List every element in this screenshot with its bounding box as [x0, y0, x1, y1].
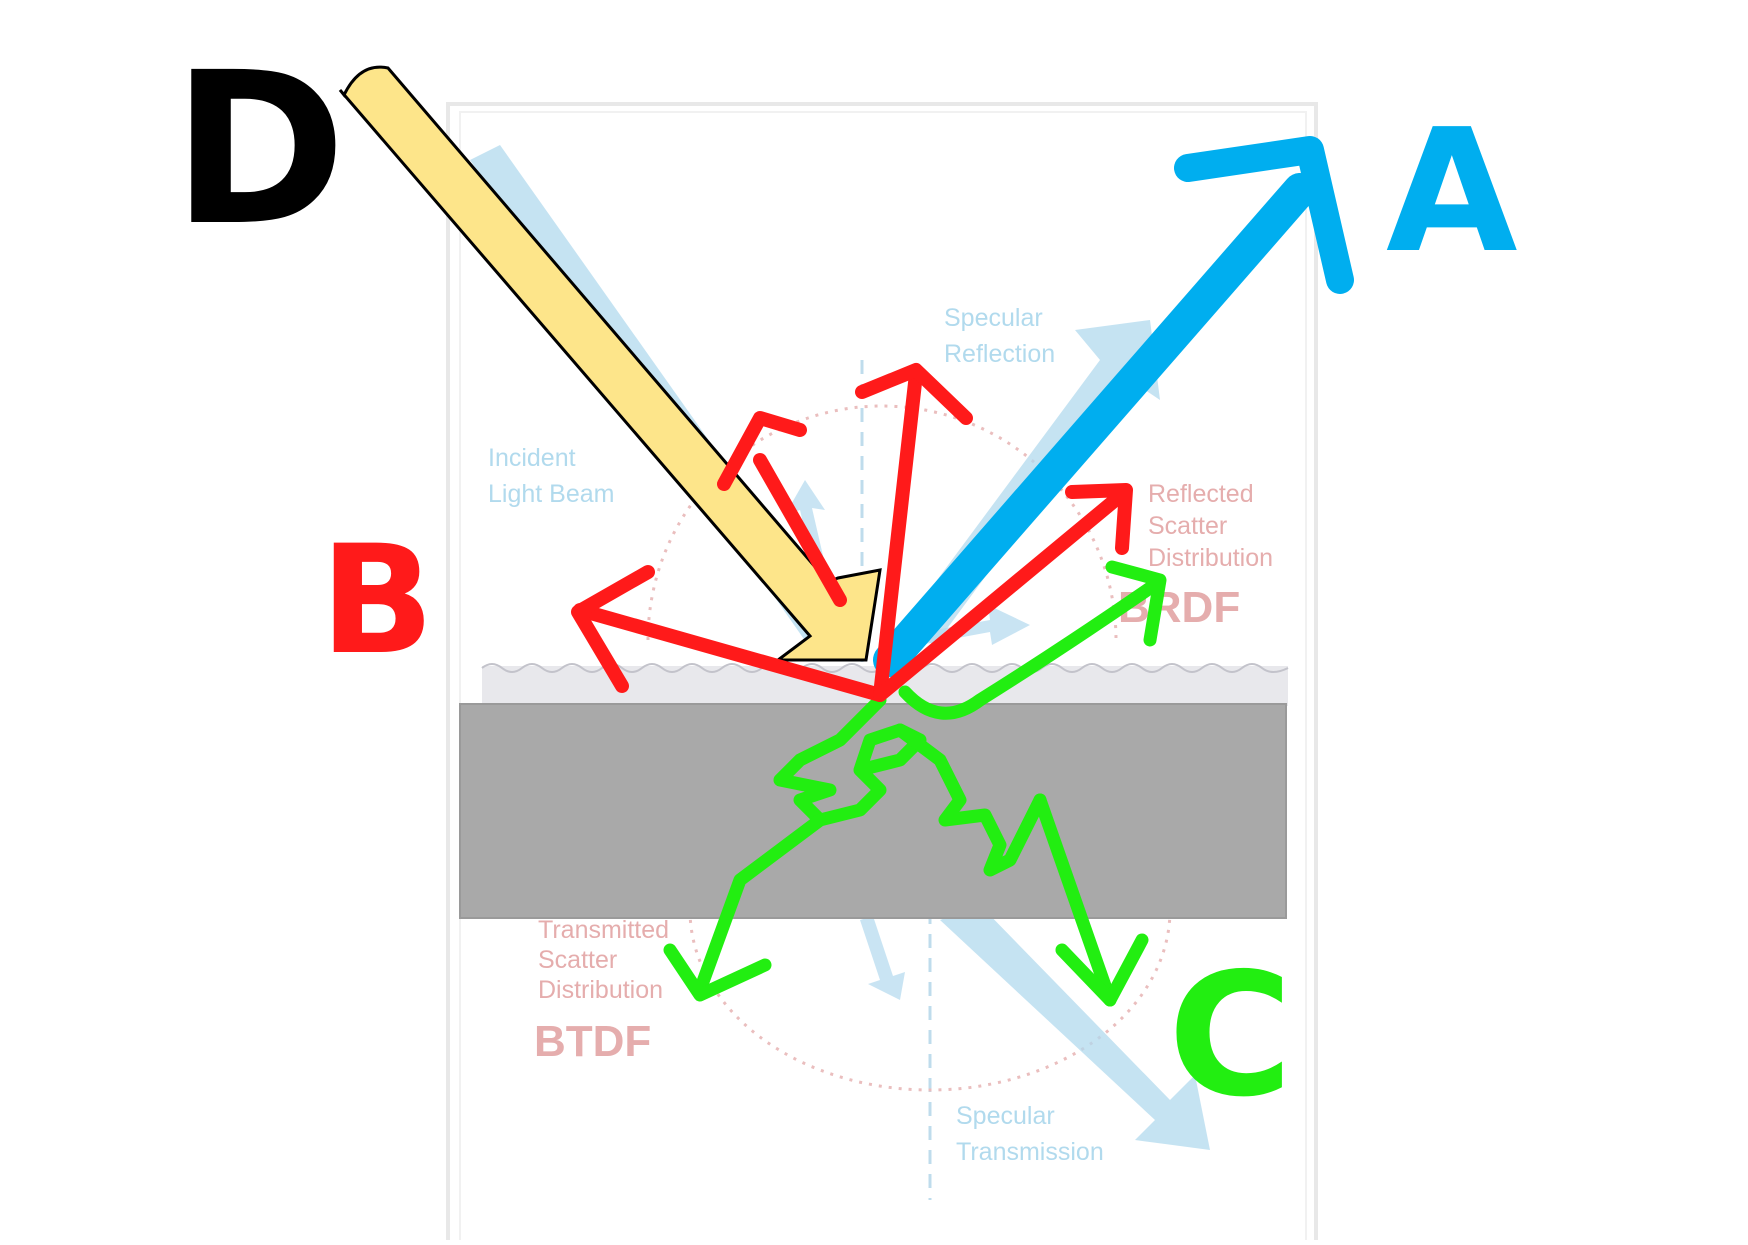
label-transmitted-scatter: Transmitted Scatter Distribution [538, 916, 676, 1004]
faded-scatter-arrow [860, 916, 905, 1000]
label-incident-light-beam: Incident Light Beam [488, 444, 614, 508]
label-reflected-scatter: Reflected Scatter Distribution [1148, 480, 1273, 572]
diagram-canvas: Specular Reflection Incident Light Beam … [172, 27, 1518, 1245]
label-specular-reflection: Specular Reflection [944, 304, 1055, 368]
annotation-label-a: A [1386, 93, 1518, 291]
annotation-label-c: C [1168, 937, 1293, 1135]
label-specular-transmission: Specular Transmission [956, 1102, 1104, 1166]
annotation-label-b: B [320, 514, 434, 688]
annotated-scatter-diagram: Specular Reflection Incident Light Beam … [0, 0, 1748, 1245]
label-btdf: BTDF [534, 1017, 651, 1066]
annotation-label-d: D [172, 27, 346, 272]
